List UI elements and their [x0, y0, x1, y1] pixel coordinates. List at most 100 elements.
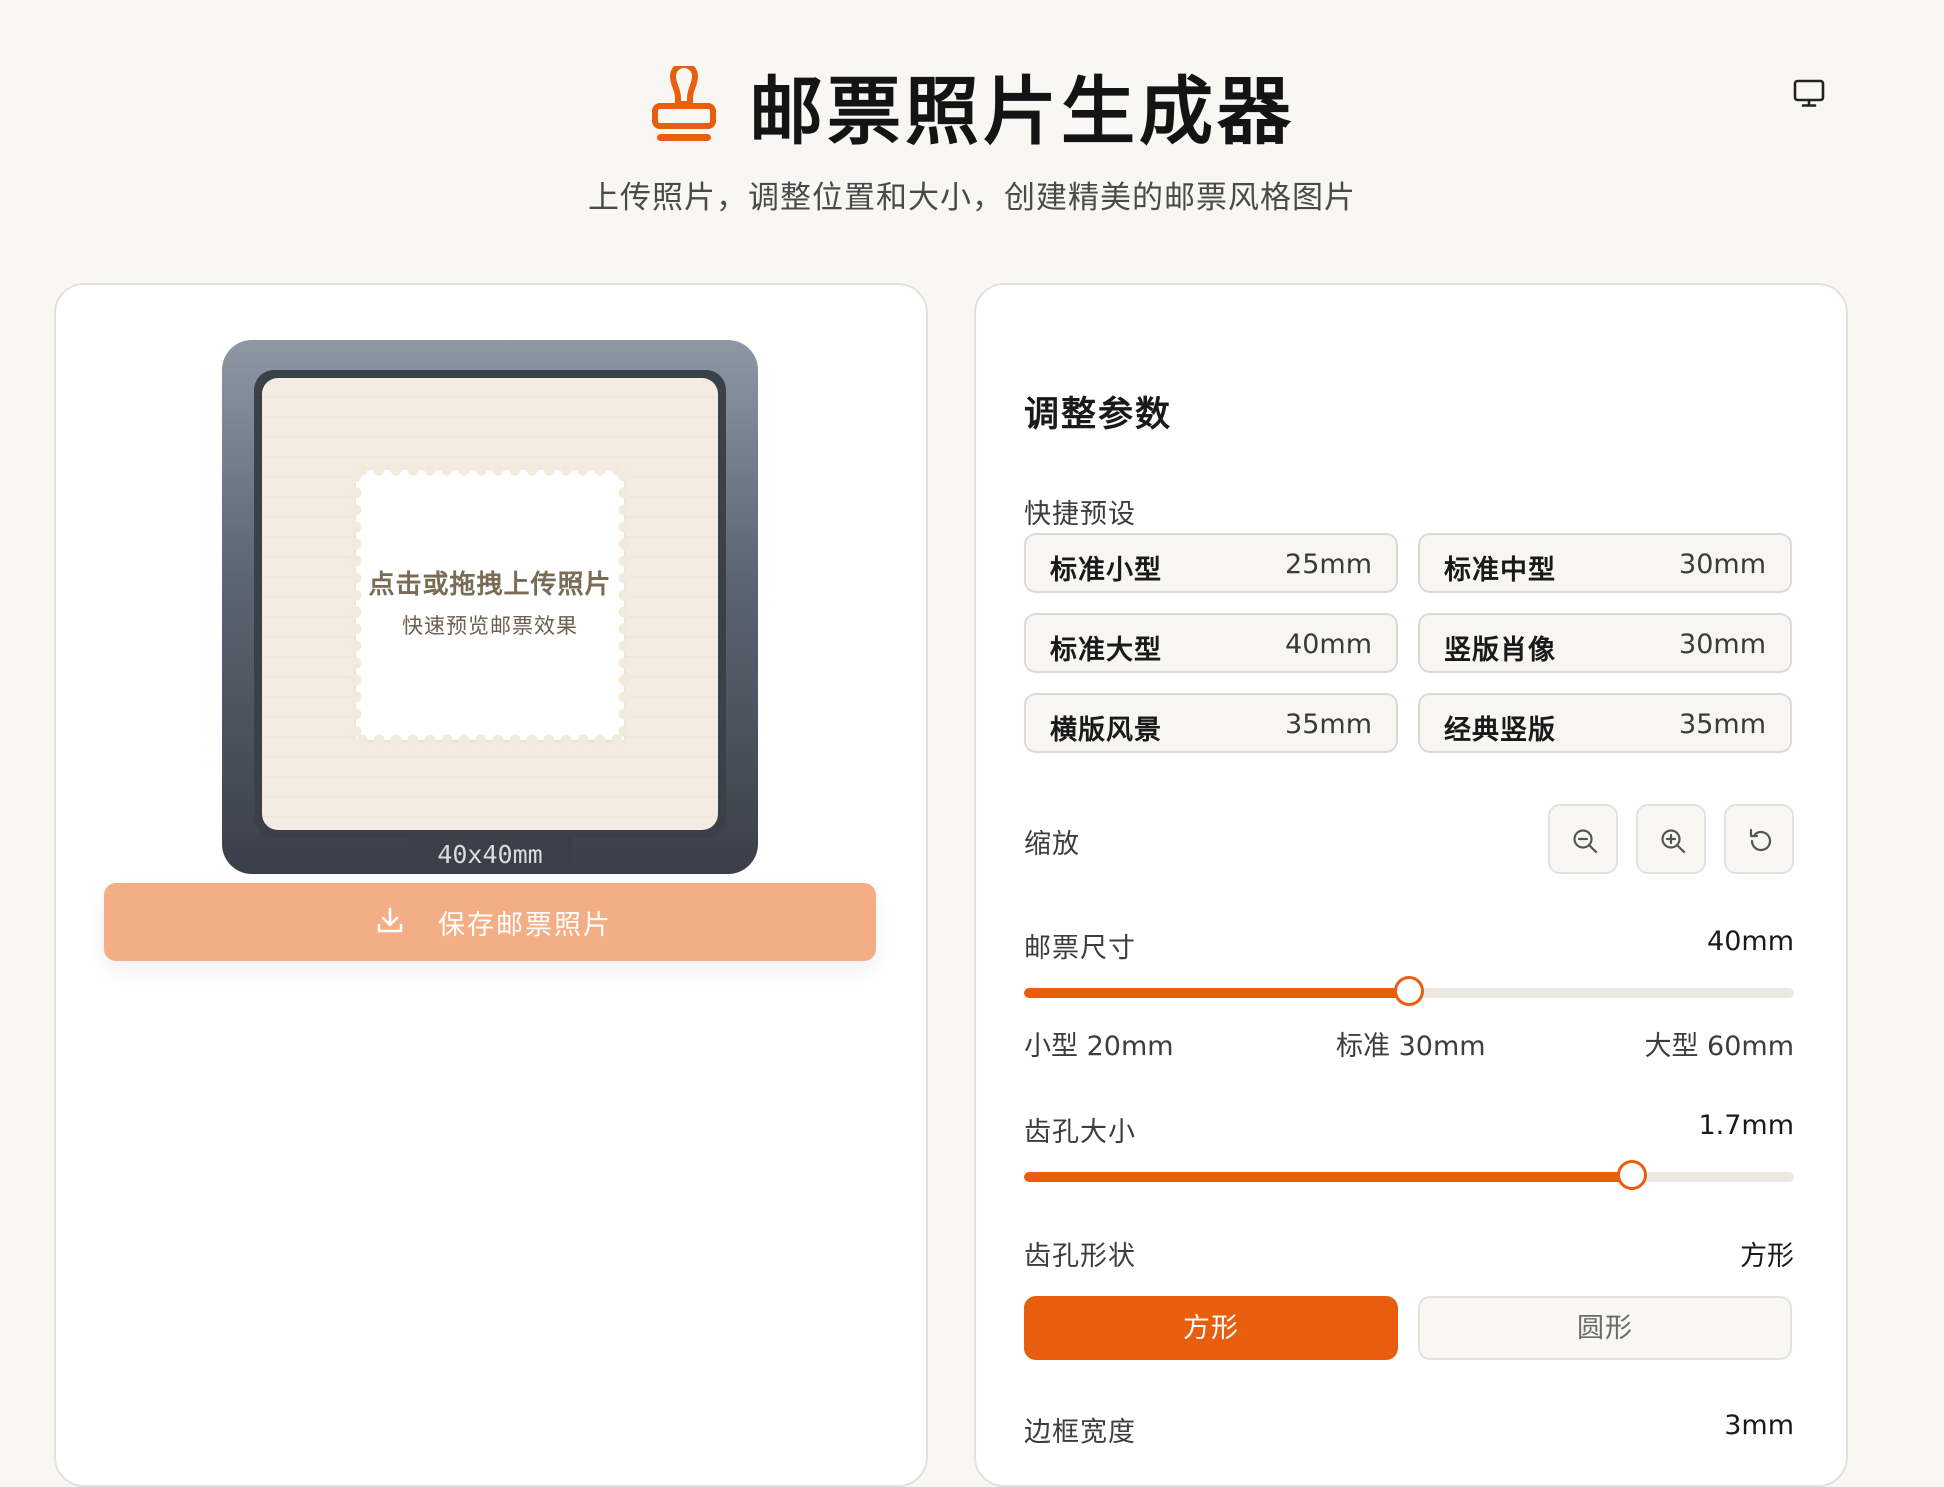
preset-name: 标准大型 [1050, 635, 1162, 666]
perforation-hole [350, 521, 362, 533]
perforation-hole [492, 734, 504, 746]
zoom-out-button[interactable] [1548, 804, 1618, 874]
preset-classic-portrait[interactable]: 经典竖版 35mm [1418, 693, 1792, 753]
stamp-icon [649, 61, 719, 146]
stamp-size-value: 40mm [1707, 926, 1794, 957]
perforation-hole [509, 734, 521, 746]
zoom-out-icon [1573, 829, 1598, 854]
stamp-size-label-text: 邮票尺寸 [1024, 933, 1136, 964]
perforation-hole [441, 464, 453, 476]
preset-name: 竖版肖像 [1444, 635, 1556, 666]
perforation-hole [350, 725, 362, 737]
perforation-hole [618, 674, 630, 686]
perforation-hole [373, 734, 385, 746]
perforation-hole [560, 734, 572, 746]
perforation-hole [458, 734, 470, 746]
perforation-hole [390, 464, 402, 476]
zoom-label: 缩放 [1024, 829, 1080, 860]
preset-standard-small[interactable]: 标准小型 25mm [1024, 533, 1398, 593]
tick-standard: 标准 30mm [1336, 1031, 1486, 1062]
upload-hint: 快速预览邮票效果 [402, 614, 578, 638]
tick-small: 小型 20mm [1024, 1031, 1174, 1062]
perforation-hole [390, 734, 402, 746]
preset-name: 标准小型 [1050, 555, 1162, 586]
preset-standard-large[interactable]: 标准大型 40mm [1024, 613, 1398, 673]
perforation-hole [526, 464, 538, 476]
perforation-size-value: 1.7mm [1698, 1110, 1794, 1141]
perforation-shape-label: 齿孔形状 [1024, 1241, 1136, 1272]
perforation-hole [441, 734, 453, 746]
perforation-hole [618, 504, 630, 516]
upload-prompt: 点击或拖拽上传照片 [368, 570, 612, 600]
preset-size: 25mm [1285, 549, 1372, 580]
perforation-hole [350, 708, 362, 720]
perforation-hole [424, 734, 436, 746]
preset-portrait[interactable]: 竖版肖像 30mm [1418, 613, 1792, 673]
page-subtitle: 上传照片，调整位置和大小，创建精美的邮票风格图片 [588, 180, 1356, 216]
preset-size: 35mm [1285, 709, 1372, 740]
stamp-size-label: 40x40mm [408, 836, 572, 874]
preset-name: 横版风景 [1050, 715, 1162, 746]
perforation-hole [475, 464, 487, 476]
preset-landscape[interactable]: 横版风景 35mm [1024, 693, 1398, 753]
perforation-hole [350, 538, 362, 550]
perforation-hole [407, 464, 419, 476]
zoom-in-button[interactable] [1636, 804, 1706, 874]
download-icon [374, 905, 406, 937]
border-width-value: 3mm [1724, 1410, 1794, 1441]
perforation-hole [594, 734, 606, 746]
preset-size: 30mm [1679, 629, 1766, 660]
stamp-size-slider[interactable] [1024, 976, 1794, 1006]
reset-icon [1749, 828, 1772, 852]
preset-size: 35mm [1679, 709, 1766, 740]
monitor-icon[interactable] [1792, 76, 1826, 110]
perforation-hole [350, 657, 362, 669]
stamp-perforated-outline [350, 464, 630, 746]
slider-thumb[interactable] [1394, 976, 1424, 1006]
presets-label: 快捷预设 [1024, 499, 1136, 530]
preset-size: 30mm [1679, 549, 1766, 580]
perforation-hole [577, 734, 589, 746]
params-title: 调整参数 [1024, 395, 1173, 435]
page-title: 邮票照片生成器 [749, 69, 1295, 155]
perforation-hole [373, 464, 385, 476]
perforation-hole [594, 464, 606, 476]
perforation-hole [350, 504, 362, 516]
perforation-hole [492, 464, 504, 476]
perforation-hole [356, 734, 368, 746]
perforation-size-label: 齿孔大小 [1024, 1117, 1136, 1148]
reset-zoom-button[interactable] [1724, 804, 1794, 874]
preset-name: 标准中型 [1444, 555, 1556, 586]
perforation-hole [526, 734, 538, 746]
preset-standard-medium[interactable]: 标准中型 30mm [1418, 533, 1792, 593]
perforation-hole [475, 734, 487, 746]
perforation-hole [543, 734, 555, 746]
header: 邮票照片生成器 上传照片，调整位置和大小，创建精美的邮票风格图片 [0, 0, 1944, 230]
perforation-shape-value: 方形 [1740, 1241, 1794, 1272]
perforation-hole [618, 657, 630, 669]
perforation-hole [618, 487, 630, 499]
shape-option-round[interactable]: 圆形 [1418, 1296, 1792, 1360]
perforation-hole [407, 734, 419, 746]
preset-size: 40mm [1285, 629, 1372, 660]
stamp-preview-inner: 点击或拖拽上传照片 快速预览邮票效果 [254, 370, 726, 838]
border-width-label: 边框宽度 [1024, 1417, 1136, 1448]
perforation-hole [543, 464, 555, 476]
save-button-label: 保存邮票照片 [438, 910, 612, 941]
perforation-hole [560, 464, 572, 476]
preset-name: 经典竖版 [1444, 715, 1556, 746]
perforation-size-slider[interactable] [1024, 1160, 1794, 1190]
slider-fill [1024, 988, 1409, 998]
upload-dropzone[interactable]: 点击或拖拽上传照片 快速预览邮票效果 [262, 378, 718, 830]
perforation-hole [350, 674, 362, 686]
tick-large: 大型 60mm [1644, 1031, 1794, 1062]
perforation-hole [350, 470, 362, 482]
perforation-hole [618, 725, 630, 737]
perforation-hole [350, 640, 362, 652]
title-row: 邮票照片生成器 [0, 52, 1944, 159]
shape-option-square[interactable]: 方形 [1024, 1296, 1398, 1360]
perforation-hole [577, 464, 589, 476]
perforation-hole [509, 464, 521, 476]
perforation-hole [350, 691, 362, 703]
save-stamp-button[interactable]: 保存邮票照片 [104, 883, 876, 961]
